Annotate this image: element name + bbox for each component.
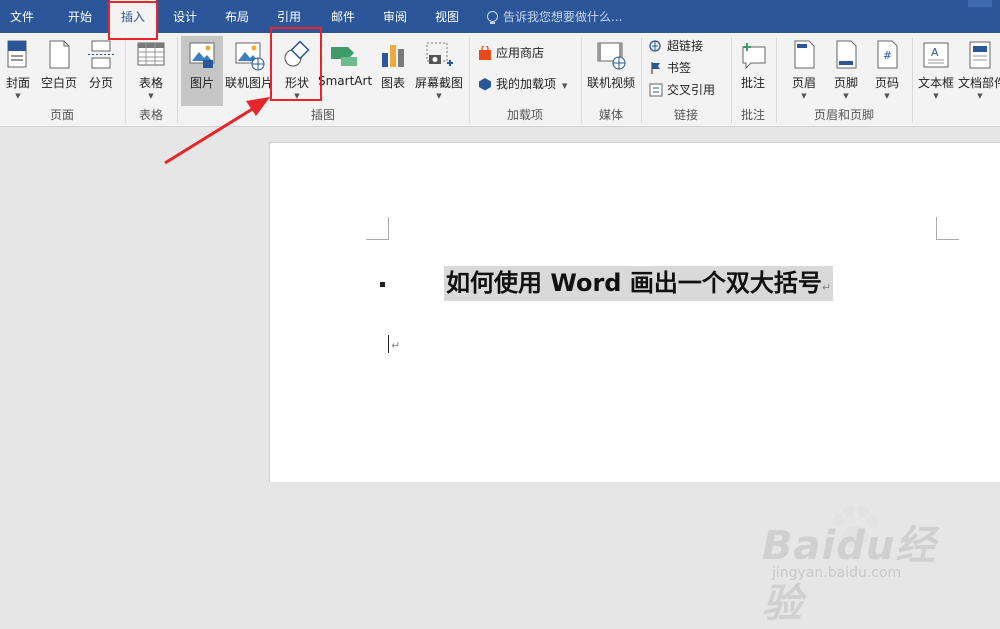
annotation-arrow-icon bbox=[164, 97, 270, 165]
watermark-url: jingyan.baidu.com bbox=[772, 565, 902, 581]
baidu-watermark: Baidu经验 jingyan.baidu.com bbox=[750, 505, 960, 627]
